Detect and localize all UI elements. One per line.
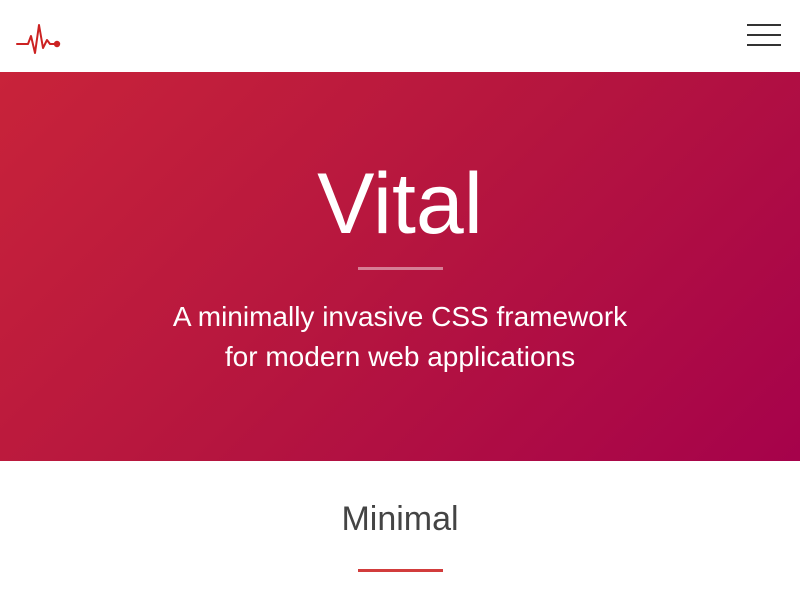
heartbeat-logo-icon[interactable] <box>16 20 62 54</box>
menu-line <box>747 24 781 26</box>
hero-title: Vital <box>317 156 483 252</box>
hero-banner: Vital A minimally invasive CSS framework… <box>0 72 800 461</box>
hero-subtitle-line-1: A minimally invasive CSS framework <box>172 301 628 332</box>
section-title: Minimal <box>341 500 459 538</box>
hero-subtitle: A minimally invasive CSS framework for m… <box>0 297 800 377</box>
hamburger-menu-icon[interactable] <box>747 24 781 48</box>
feature-section: Minimal <box>0 461 800 600</box>
section-divider <box>358 569 443 572</box>
menu-line <box>747 34 781 36</box>
site-header <box>0 0 800 72</box>
hero-divider <box>358 267 443 270</box>
hero-subtitle-line-2: for modern web applications <box>224 341 576 372</box>
menu-line <box>747 44 781 46</box>
